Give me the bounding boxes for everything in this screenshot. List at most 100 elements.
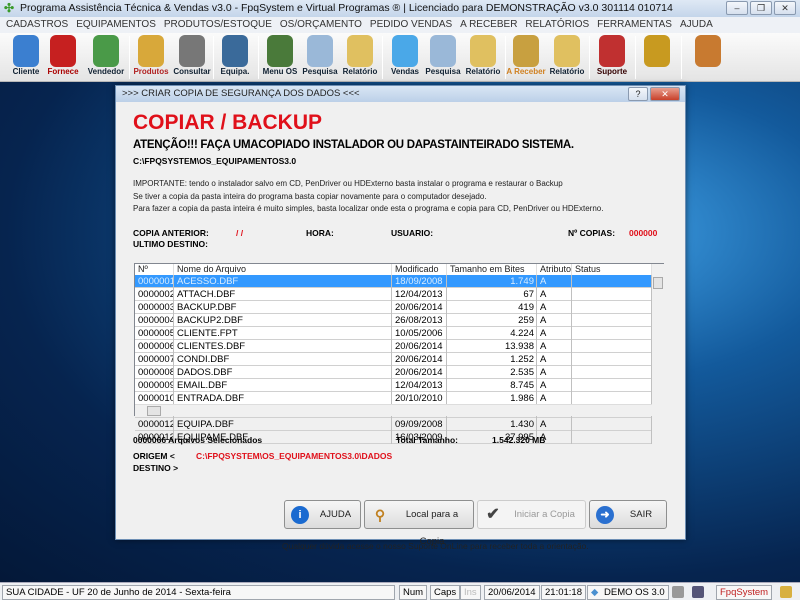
info-line: Se tiver a copia da pasta inteira do pro…: [133, 191, 487, 201]
vertical-scrollbar[interactable]: [652, 264, 664, 416]
menu-pedido-vendas[interactable]: PEDIDO VENDAS: [370, 19, 452, 30]
column-header[interactable]: Tamanho em Bites: [447, 264, 537, 275]
toolbar-button-vendedor[interactable]: Vendedor: [84, 35, 128, 81]
toolbar-button-relat-rio[interactable]: Relatório: [340, 35, 380, 81]
toolbar-button-coin[interactable]: [638, 35, 676, 81]
table-row[interactable]: 0000007 CONDI.DBF 20/06/2014 1.252 A: [135, 353, 652, 366]
toolbar-label: Consultar: [173, 67, 211, 76]
table-row[interactable]: 0000006 CLIENTES.DBF 20/06/2014 13.938 A: [135, 340, 652, 353]
toolbar-button-produtos[interactable]: Produtos: [131, 35, 171, 81]
sair-label: SAIR: [629, 509, 653, 520]
scroll-thumb[interactable]: [653, 277, 663, 289]
table-row[interactable]: 0000009 EMAIL.DBF 12/04/2013 8.745 A: [135, 379, 652, 392]
person-blue-icon: [13, 35, 39, 67]
column-header[interactable]: Modificado: [392, 264, 447, 275]
menu-ajuda[interactable]: AJUDA: [680, 19, 713, 30]
toolbar-label: Relatório: [549, 67, 585, 76]
table-cell: [572, 418, 652, 431]
ncopias-label: Nº COPIAS:: [568, 228, 616, 238]
restore-button[interactable]: ❐: [750, 1, 772, 15]
dialog-close-button[interactable]: ✕: [650, 87, 680, 101]
table-row[interactable]: 0000005 CLIENTE.FPT 10/05/2006 4.224 A: [135, 327, 652, 340]
table-cell: CLIENTE.FPT: [174, 327, 392, 340]
table-cell: 18/09/2008: [392, 275, 447, 288]
toolbar-button-menu-os[interactable]: Menu OS: [260, 35, 300, 81]
toolbar-button-exit-door[interactable]: [683, 35, 733, 81]
table-cell: 0000006: [135, 340, 174, 353]
toolbar: Cliente Fornece Vendedor Produtos Consultar E…: [0, 33, 800, 82]
table-cell: [572, 353, 652, 366]
table-row[interactable]: 0000003 BACKUP.DBF 20/06/2014 419 A: [135, 301, 652, 314]
status-demo: ◆ DEMO OS 3.0: [587, 585, 669, 600]
table-cell: CONDI.DBF: [174, 353, 392, 366]
table-cell: 0000008: [135, 366, 174, 379]
status-ins: Ins: [460, 585, 481, 600]
toolbar-label: Menu OS: [262, 67, 298, 76]
local-copia-button[interactable]: ⚲ Local para a Copia: [364, 500, 474, 547]
table-cell: 4.224: [447, 327, 537, 340]
toolbar-button-consultar[interactable]: Consultar: [172, 35, 212, 81]
table-cell: [572, 327, 652, 340]
toolbar-button-vendas[interactable]: Vendas: [386, 35, 424, 81]
users-icon[interactable]: [780, 586, 792, 598]
toolbar-label: Pesquisa: [302, 67, 338, 76]
toolbar-button-equipa-[interactable]: Equipa.: [216, 35, 254, 81]
ncopias-value: 000000: [629, 228, 658, 238]
menu-equipamentos[interactable]: EQUIPAMENTOS: [76, 19, 156, 30]
table-cell: EQUIPA.DBF: [174, 418, 392, 431]
toolbar-label: Vendedor: [87, 67, 125, 76]
column-header[interactable]: Nome do Arquivo: [174, 264, 392, 275]
menu-produtos-estoque[interactable]: PRODUTOS/ESTOQUE: [164, 19, 272, 30]
ajuda-button[interactable]: i AJUDA: [284, 500, 361, 529]
table-row[interactable]: 0000012 EQUIPA.DBF 09/09/2008 1.430 A: [135, 418, 652, 431]
toolbar-button-fornece[interactable]: Fornece: [42, 35, 84, 81]
table-row[interactable]: 0000008 DADOS.DBF 20/06/2014 2.535 A: [135, 366, 652, 379]
menu-ferramentas[interactable]: FERRAMENTAS: [597, 19, 672, 30]
column-header[interactable]: Status: [572, 264, 652, 275]
horizontal-scrollbar[interactable]: [135, 404, 652, 416]
table-cell: A: [537, 379, 572, 392]
computer-icon[interactable]: [692, 586, 704, 598]
toolbar-button-cliente[interactable]: Cliente: [8, 35, 44, 81]
dialog-heading: COPIAR / BACKUP: [133, 111, 323, 134]
toolbar-label: Fornece: [47, 67, 79, 76]
barcode-icon: [179, 35, 205, 67]
table-cell: 67: [447, 288, 537, 301]
table-cell: 0000002: [135, 288, 174, 301]
toolbar-button-pesquisa[interactable]: Pesquisa: [423, 35, 463, 81]
table-row[interactable]: 0000002 ATTACH.DBF 12/04/2013 67 A: [135, 288, 652, 301]
toolbar-button-relat-rio[interactable]: Relatório: [547, 35, 587, 81]
clipboard-icon: [267, 35, 293, 67]
column-header[interactable]: Nº: [135, 264, 174, 275]
settings-icon[interactable]: [672, 586, 684, 598]
column-header[interactable]: Atributo: [537, 264, 572, 275]
scroll-thumb[interactable]: [147, 406, 161, 416]
menu-cadastros[interactable]: CADASTROS: [6, 19, 68, 30]
minimize-button[interactable]: –: [726, 1, 748, 15]
table-row[interactable]: 0000004 BACKUP2.DBF 26/08/2013 259 A: [135, 314, 652, 327]
file-list[interactable]: 0000013 EQUIPAME.DBF 16/03/2009 37.995 A 0000…: [134, 263, 664, 444]
menu-relatorios[interactable]: RELATÓRIOS: [525, 19, 589, 30]
dialog-title: >>> CRIAR COPIA DE SEGURANÇA DOS DADOS <…: [122, 88, 360, 99]
toolbar-label: Pesquisa: [425, 67, 461, 76]
table-cell: CLIENTES.DBF: [174, 340, 392, 353]
table-cell: 12/04/2013: [392, 379, 447, 392]
menu-a-receber[interactable]: A RECEBER: [460, 19, 517, 30]
table-row[interactable]: 0000001 ACESSO.DBF 18/09/2008 1.749 A: [135, 275, 652, 288]
table-cell: 12/04/2013: [392, 288, 447, 301]
ajuda-label: AJUDA: [319, 509, 352, 520]
toolbar-button-pesquisa[interactable]: Pesquisa: [301, 35, 339, 81]
printer-icon: [347, 35, 373, 67]
menu-os-orcamento[interactable]: OS/ORÇAMENTO: [280, 19, 362, 30]
dialog-help-button[interactable]: ?: [628, 87, 648, 101]
demo-label: DEMO OS 3.0: [604, 587, 665, 598]
table-cell: 20/06/2014: [392, 353, 447, 366]
iniciar-copia-button[interactable]: ✔ Iniciar a Copia: [477, 500, 586, 529]
close-button[interactable]: ✕: [774, 1, 796, 15]
checkmark-icon: ✔: [486, 506, 500, 523]
toolbar-button-a-receber[interactable]: A Receber: [505, 35, 547, 81]
toolbar-button-suporte[interactable]: Suporte: [592, 35, 632, 81]
sair-button[interactable]: ➜ SAIR: [589, 500, 667, 529]
table-cell: [572, 314, 652, 327]
toolbar-button-relat-rio[interactable]: Relatório: [463, 35, 503, 81]
